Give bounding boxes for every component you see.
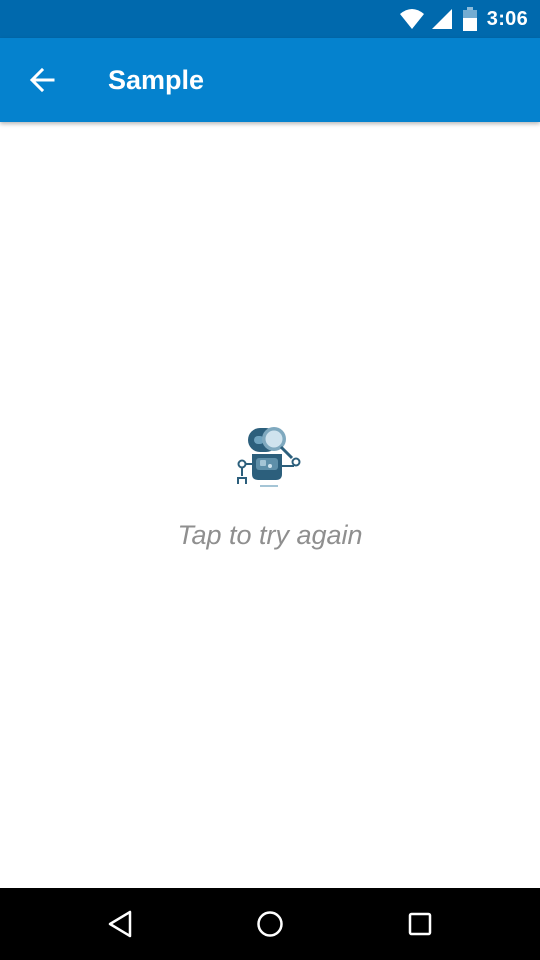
nav-home-button[interactable]: [220, 888, 320, 960]
arrow-back-icon: [29, 67, 55, 93]
nav-back-button[interactable]: [70, 888, 170, 960]
robot-magnifier-icon: [234, 422, 306, 494]
status-icons: 3:06: [399, 0, 528, 38]
wifi-icon: [399, 8, 425, 30]
page-title: Sample: [108, 65, 205, 95]
circle-home-icon: [255, 909, 285, 939]
retry-empty-state[interactable]: Tap to try again: [0, 422, 540, 551]
status-bar: 3:06: [0, 0, 540, 38]
clock: 3:06: [486, 7, 528, 30]
triangle-back-icon: [106, 909, 134, 939]
back-button[interactable]: [14, 52, 70, 108]
nav-recents-button[interactable]: [370, 888, 470, 960]
nav-bar: [0, 888, 540, 960]
app-bar: Sample: [0, 38, 540, 122]
screen: 3:06 Sample Tap to try again: [0, 0, 540, 960]
retry-message: Tap to try again: [177, 520, 363, 550]
content-area: Tap to try again: [0, 122, 540, 888]
square-recents-icon: [406, 910, 434, 938]
battery-icon: [462, 7, 477, 31]
signal-icon: [431, 8, 453, 30]
